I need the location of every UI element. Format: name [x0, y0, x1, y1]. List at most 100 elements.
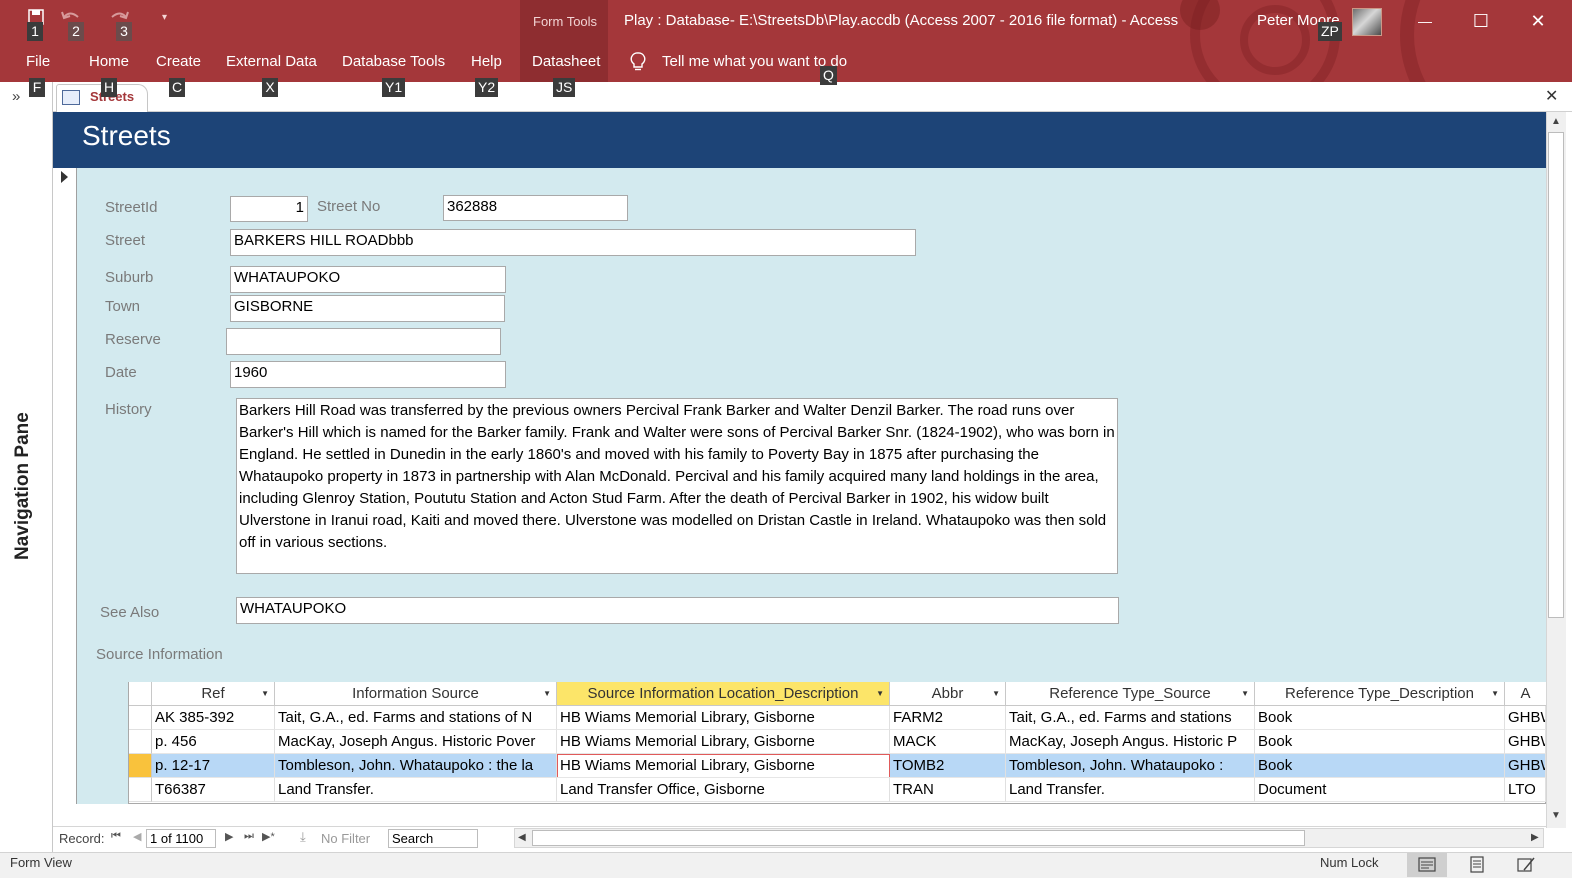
column-header-ref[interactable]: Ref ▼	[152, 682, 275, 706]
first-record-button[interactable]: ⏮	[111, 830, 121, 843]
tab-database-tools[interactable]: Database Tools	[342, 53, 445, 70]
last-record-button[interactable]: ⏭	[244, 830, 254, 843]
cell-reference-type-description[interactable]: Book	[1255, 706, 1505, 730]
dropdown-arrow-icon[interactable]: ▼	[1241, 682, 1249, 705]
keytip-home: H	[101, 78, 118, 97]
street-field[interactable]: BARKERS HILL ROADbbb	[230, 229, 916, 256]
date-label: Date	[105, 364, 137, 381]
cell-a[interactable]: LTO	[1505, 778, 1546, 802]
cell-ref[interactable]: T66387	[152, 778, 275, 802]
close-document-icon[interactable]: ✕	[1545, 86, 1558, 106]
cell-a[interactable]: GHBW	[1505, 754, 1546, 778]
cell-a[interactable]: GHBW	[1505, 706, 1546, 730]
street-no-label: Street No	[317, 198, 381, 215]
cell-reference-type-description[interactable]: Book	[1255, 754, 1505, 778]
cell-location-description[interactable]: HB Wiams Memorial Library, Gisborne	[557, 754, 890, 778]
tab-datasheet[interactable]: Datasheet	[532, 53, 600, 70]
cell-reference-type-description[interactable]: Document	[1255, 778, 1505, 802]
column-header-reference-type-source[interactable]: Reference Type_Source ▼	[1006, 682, 1255, 706]
search-box[interactable]: Search	[388, 829, 478, 848]
cell-a[interactable]: GHBW	[1505, 730, 1546, 754]
dropdown-arrow-icon[interactable]: ▼	[1491, 682, 1499, 705]
tab-file[interactable]: File	[26, 53, 50, 70]
row-selector-current[interactable]	[129, 754, 152, 778]
keytip-database-tools: Y1	[382, 78, 406, 97]
cell-location-description[interactable]: HB Wiams Memorial Library, Gisborne	[557, 730, 890, 754]
history-field[interactable]: Barkers Hill Road was transferred by the…	[236, 398, 1118, 574]
cell-information-source[interactable]: Tombleson, John. Whataupoko : the la	[275, 754, 557, 778]
scroll-up-arrow-icon[interactable]: ▲	[1551, 116, 1561, 127]
cell-reference-type-source[interactable]: Land Transfer.	[1006, 778, 1255, 802]
cell-abbr[interactable]: FARM2	[890, 706, 1006, 730]
cell-information-source[interactable]: Tait, G.A., ed. Farms and stations of N	[275, 706, 557, 730]
minimize-button[interactable]: —	[1410, 6, 1440, 36]
no-filter-button[interactable]: No Filter	[321, 831, 370, 846]
cell-location-description[interactable]: Land Transfer Office, Gisborne	[557, 778, 890, 802]
tab-help[interactable]: Help	[471, 53, 502, 70]
cell-ref[interactable]: AK 385-392	[152, 706, 275, 730]
scroll-down-arrow-icon[interactable]: ▼	[1551, 810, 1561, 821]
lightbulb-icon[interactable]	[630, 52, 646, 72]
previous-record-button[interactable]: ◀	[133, 830, 141, 843]
dropdown-arrow-icon[interactable]: ▼	[876, 682, 884, 705]
town-label: Town	[105, 298, 141, 315]
navigation-pane-label[interactable]: Navigation Pane	[12, 412, 34, 560]
row-selector[interactable]	[129, 730, 152, 754]
dropdown-arrow-icon[interactable]: ▼	[261, 682, 269, 705]
cell-ref[interactable]: p. 456	[152, 730, 275, 754]
next-record-button[interactable]: ▶	[225, 830, 233, 843]
user-avatar[interactable]	[1352, 8, 1382, 36]
cell-abbr[interactable]: TRAN	[890, 778, 1006, 802]
cell-reference-type-source[interactable]: Tombleson, John. Whataupoko :	[1006, 754, 1255, 778]
new-record-button[interactable]: ▶*	[262, 830, 275, 843]
form-view-button[interactable]	[1407, 853, 1447, 877]
street-id-field[interactable]: 1	[230, 196, 308, 222]
dropdown-arrow-icon[interactable]: ▼	[543, 682, 551, 705]
reserve-field[interactable]	[226, 328, 501, 355]
close-button[interactable]: ✕	[1523, 6, 1553, 36]
column-header-reference-type-description[interactable]: Reference Type_Description ▼	[1255, 682, 1505, 706]
scroll-left-arrow-icon[interactable]: ◀	[518, 832, 526, 843]
cell-reference-type-description[interactable]: Book	[1255, 730, 1505, 754]
cell-reference-type-source[interactable]: Tait, G.A., ed. Farms and stations	[1006, 706, 1255, 730]
column-header-a[interactable]: A	[1505, 682, 1546, 706]
cell-information-source[interactable]: Land Transfer.	[275, 778, 557, 802]
cell-information-source[interactable]: MacKay, Joseph Angus. Historic Pover	[275, 730, 557, 754]
cell-location-description[interactable]: HB Wiams Memorial Library, Gisborne	[557, 706, 890, 730]
sort-ascending-icon[interactable]: ▼	[992, 682, 1000, 705]
cell-ref[interactable]: p. 12-17	[152, 754, 275, 778]
column-header-abbr[interactable]: Abbr ▼	[890, 682, 1006, 706]
nav-pane-toggle-icon[interactable]: »	[12, 88, 20, 105]
see-also-field[interactable]: WHATAUPOKO	[236, 597, 1119, 624]
street-id-label: StreetId	[105, 199, 158, 216]
datasheet-view-button[interactable]	[1457, 853, 1497, 877]
scroll-right-arrow-icon[interactable]: ▶	[1531, 832, 1539, 843]
cell-abbr[interactable]: TOMB2	[890, 754, 1006, 778]
horizontal-scroll-thumb[interactable]	[532, 830, 1305, 846]
design-view-button[interactable]	[1506, 853, 1546, 877]
record-selector[interactable]	[53, 168, 77, 804]
row-selector[interactable]	[129, 706, 152, 730]
street-no-field[interactable]: 362888	[443, 195, 628, 221]
cell-abbr[interactable]: MACK	[890, 730, 1006, 754]
date-field[interactable]: 1960	[230, 361, 506, 388]
customize-qat-icon[interactable]: ▾	[162, 12, 167, 23]
column-header-location-description[interactable]: Source Information Location_Description ▼	[557, 682, 890, 706]
current-record-field[interactable]: 1 of 1100	[146, 829, 216, 848]
vertical-scroll-thumb[interactable]	[1548, 132, 1564, 618]
tab-home[interactable]: Home	[89, 53, 129, 70]
keytip-tell-me: Q	[820, 66, 837, 85]
keytip-file: F	[29, 78, 45, 97]
tab-external-data[interactable]: External Data	[226, 53, 317, 70]
suburb-field[interactable]: WHATAUPOKO	[230, 266, 506, 293]
select-all-corner[interactable]	[129, 682, 152, 706]
window-title: Play : Database- E:\StreetsDb\Play.accdb…	[624, 12, 1179, 29]
column-header-information-source[interactable]: Information Source ▼	[275, 682, 557, 706]
filter-icon[interactable]: ⤓	[300, 829, 306, 845]
maximize-button[interactable]: ☐	[1466, 6, 1496, 36]
row-selector[interactable]	[129, 778, 152, 802]
form-view-icon	[1418, 857, 1436, 872]
town-field[interactable]: GISBORNE	[230, 295, 505, 322]
cell-reference-type-source[interactable]: MacKay, Joseph Angus. Historic P	[1006, 730, 1255, 754]
tab-create[interactable]: Create	[156, 53, 201, 70]
